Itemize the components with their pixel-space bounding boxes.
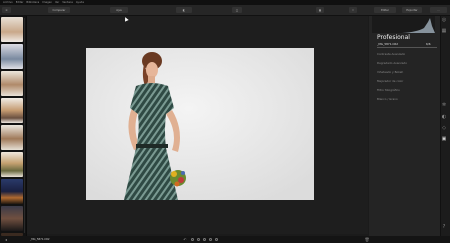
rating-dot-5[interactable] — [215, 238, 218, 241]
thumbnail-4[interactable] — [1, 98, 23, 123]
filmstrip-scrollbar[interactable] — [23, 18, 25, 233]
layers-icon[interactable]: ◇ — [441, 125, 447, 131]
panel-count: 6/6 — [426, 42, 431, 46]
trash-icon[interactable]: 🗑 — [364, 237, 370, 243]
gear-icon[interactable]: ✲ — [441, 102, 447, 108]
export-tab-label: Exportar — [406, 8, 418, 12]
preset-item-5[interactable]: Filtro fotográfico — [377, 88, 400, 92]
thumbnail-6[interactable] — [1, 152, 23, 177]
layout-icon[interactable]: ▦ — [316, 7, 324, 13]
edit-tab-label: Editar — [381, 8, 389, 12]
thumbnail-2[interactable] — [1, 44, 23, 69]
menu-icon[interactable]: ≡ — [2, 7, 11, 13]
preset-item-4[interactable]: Mejorador de color — [377, 79, 403, 83]
fullscreen-icon[interactable]: ⛶ — [349, 7, 357, 13]
view-toggle-button[interactable]: ◧ — [176, 7, 192, 13]
main-photo[interactable] — [86, 48, 314, 200]
thumbnail-7[interactable] — [1, 179, 23, 204]
compare-button[interactable]: Comparar — [48, 7, 70, 13]
toolbar: ≡ Comparar Ajus ◧ □ ▦ ⛶ Editar Exportar … — [0, 5, 450, 16]
preset-item-6[interactable]: Blanco / Grano — [377, 97, 398, 101]
mask-icon[interactable]: ◐ — [441, 114, 447, 120]
rating-dot-4[interactable] — [209, 238, 212, 241]
thumbnail-3[interactable] — [1, 71, 23, 96]
export-tab-button[interactable]: Exportar — [402, 7, 422, 13]
photo-image — [86, 48, 314, 200]
thumbnail-1[interactable] — [1, 17, 23, 42]
help-icon[interactable]: ? — [441, 224, 447, 230]
zoom-value: Ajus — [116, 8, 122, 12]
rating-dot-2[interactable] — [197, 238, 200, 241]
panel-filename: _MG_5871.CR2 — [377, 42, 399, 46]
undo-icon[interactable]: ↶ — [182, 237, 188, 243]
more-button[interactable]: ··· — [430, 7, 447, 13]
right-panel — [369, 16, 440, 236]
thumbnail-5[interactable] — [1, 125, 23, 150]
grid-icon[interactable]: ▦ — [441, 28, 447, 34]
panel-title: Profesional — [377, 34, 410, 41]
histogram — [372, 16, 435, 33]
crop-icon[interactable]: □ — [232, 7, 242, 13]
divider — [377, 47, 437, 48]
preset-item-1[interactable]: Contraste Avanzado — [377, 52, 405, 56]
rating-dot-1[interactable] — [191, 238, 194, 241]
histogram-graph — [372, 18, 435, 33]
adjust-icon[interactable]: ▣ — [441, 136, 447, 142]
arrow-icon[interactable]: ◂ — [3, 237, 9, 243]
preset-item-2[interactable]: Degradado Avanzado — [377, 61, 407, 65]
compare-label: Comparar — [52, 8, 66, 12]
thumbnail-8[interactable] — [1, 206, 23, 231]
status-filename: _MG_5871.CR2 — [30, 238, 50, 241]
rating-dot-3[interactable] — [203, 238, 206, 241]
zoom-select[interactable]: Ajus — [110, 7, 128, 13]
edit-tab-button[interactable]: Editar — [374, 7, 396, 13]
presets-icon[interactable]: ◎ — [441, 17, 447, 23]
status-bar — [0, 236, 450, 243]
preset-item-3[interactable]: Viñeteado y Bokeh — [377, 70, 403, 74]
